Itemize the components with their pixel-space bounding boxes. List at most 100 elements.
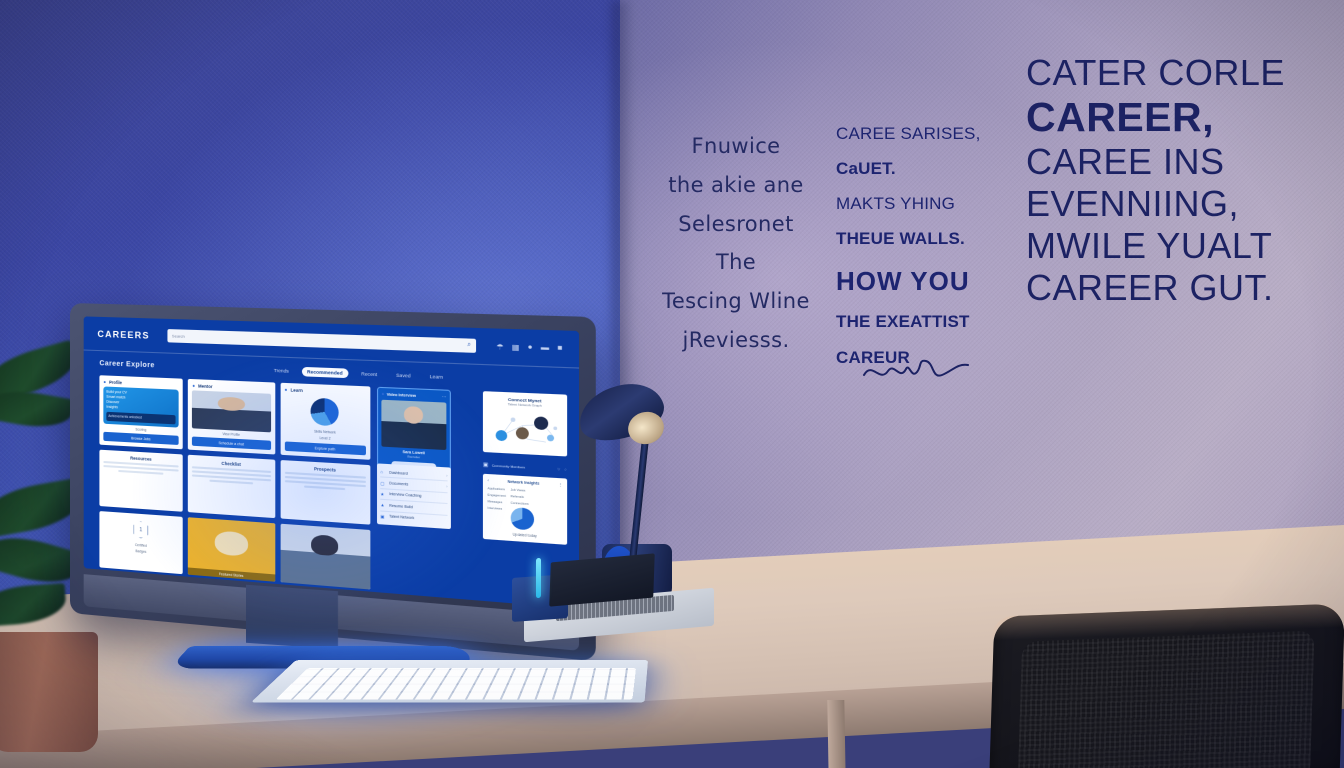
star-icon: ★ [380,491,385,497]
lamp-arm [629,431,650,559]
right-sidebar: Connect Mynet Talent Network Graph ▣ Com… [482,391,568,545]
analytics-body: Applications Engagement Messages Intervi… [488,486,563,532]
plant-pot [0,632,98,752]
analytics-legend: Applications Engagement Messages Intervi… [488,486,506,529]
card-featured-stories[interactable]: Featured Stories [188,517,275,582]
bookmark-icon[interactable]: ▦ [512,343,520,352]
wall-quote-right-line: CAREER, [1026,93,1215,140]
tile-footer: Achievements unlocked [106,412,176,425]
wall-quote-left: Fnuwice the akie ane Selesronet The Tesc… [648,132,824,365]
chevron-right-icon: › [446,473,448,478]
video-interview-card[interactable]: ● Video Interview ⋯ Sara Lowell Recruite… [376,386,451,476]
desk-leg [827,700,846,768]
search-placeholder: Search [171,333,185,339]
avatar: ▣ [482,461,489,469]
wall-quote-middle-line: CaUET. [836,159,896,179]
video-card-title: Video Interview [386,391,416,398]
list-item-label: Documents [389,481,409,487]
tab-recommended[interactable]: Recommended [301,366,349,378]
list-item-label: Talent Network [389,514,415,521]
tab-recent[interactable]: Recent [356,368,383,379]
wall-quote-middle-line: CAREE SARISES, [836,124,981,143]
card-learn[interactable]: ● Learn Skills Network Level 2 Explore p… [280,382,371,461]
explore-path-button[interactable]: Explore path [284,441,366,456]
wall-quote-left-line: Tescing Wline [662,289,810,314]
pie-chart [510,507,534,531]
message-icon[interactable]: ▬ [541,344,549,352]
remote-work-photo [280,523,371,590]
profile-icon[interactable]: ☂ [496,342,503,351]
keyboard-keys [275,668,636,700]
desktop-monitor: CAREERS Search ⌕ ☂ ▦ ● ▬ ■ Career Explor… [70,303,596,669]
app-logo[interactable]: CAREERS [97,328,149,340]
bag-icon: ▣ [380,513,385,519]
globe-icon: ● [284,387,288,393]
schedule-chat-button[interactable]: Schedule a chat [192,436,271,451]
card-header: ● Learn [284,387,365,396]
wall-quote-right-line: CAREER GUT. [1026,266,1274,308]
card-profile[interactable]: ● Profile Build your CV Smart match Disc… [99,375,184,450]
navbar-icon-group: ☂ ▦ ● ▬ ■ [496,342,562,353]
more-icon[interactable]: ⋯ [442,394,447,400]
wall-quote-left-line: The [715,250,757,275]
home-icon: ⌂ [380,469,383,475]
tab-saved[interactable]: Saved [391,370,417,381]
grid-icon[interactable]: ■ [557,345,562,353]
text-lines [192,466,271,486]
legend-item: Interviews [487,505,503,511]
network-graph [488,409,563,452]
doc-icon: ▢ [380,480,385,486]
wall-quote-right-line: CATER CORLE [1026,52,1285,93]
list-item-label: Dashboard [389,470,408,476]
search-icon[interactable]: ⌕ [467,342,471,350]
career-platform-app: CAREERS Search ⌕ ☂ ▦ ● ▬ ■ Career Explor… [83,316,580,609]
card-remote-work[interactable] [280,523,371,590]
card-title: Network Insights [507,479,540,486]
tab-learn[interactable]: Learn [424,371,449,382]
wall-quote-right-line: MWILE YUALT [1026,224,1273,266]
legend-item: Referrals [510,493,524,500]
list-item-label: Resume Build [389,503,413,510]
laptop-dock[interactable] [512,552,722,643]
card-prospects[interactable]: Prospects [280,460,371,525]
page-title: Career Explore [99,359,155,369]
wall-quote-right-line: CAREE INS [1026,141,1225,183]
analytics-card[interactable]: ‹ Network Insights ⋮ Applications Engage… [482,473,568,545]
card-resources[interactable]: Resources [99,449,184,513]
profile-tile: Build your CV Smart match Discover Insig… [103,386,179,428]
wireless-keyboard[interactable] [250,660,649,736]
legend-item: Connections [510,500,529,506]
text-lines [284,471,366,491]
card-mentor[interactable]: ● Mentor View Profile Schedule a chat [188,378,275,455]
chart-icon: ▲ [380,502,385,508]
wall-quote-middle-line: HOW YOU [836,265,970,296]
card-title: Mentor [198,383,213,390]
legend-item: Engagement [487,492,506,498]
browse-jobs-button[interactable]: Browse Jobs [103,432,179,446]
wall-quote-middle: CAREE SARISES, CaUET. MAKTS YHING THEUE … [836,122,1000,381]
office-chair[interactable] [968,596,1344,768]
card-certified[interactable]: 1 Certified Badges [99,511,184,575]
text-lines [103,461,179,475]
legend-item: Messages [487,499,503,505]
bell-icon[interactable]: ● [528,344,533,352]
wall-quote-right: CATER CORLE CAREER, CAREE INS EVENNIING,… [1026,52,1336,308]
wall-quote-middle-line: THEUE WALLS. [836,229,965,249]
video-feed [381,399,447,451]
card-checklist[interactable]: Checklist [188,454,275,519]
legend-item: Job Views [510,487,526,493]
monitor-screen[interactable]: CAREERS Search ⌕ ☂ ▦ ● ▬ ■ Career Explor… [83,316,580,609]
search-input[interactable]: Search ⌕ [167,329,476,353]
analytics-footer: Updated today [512,532,537,539]
tab-trends[interactable]: Trends [269,365,295,375]
footer-label: Community Members [491,463,525,470]
chevron-right-icon: › [446,484,448,490]
navigation-list-panel: ⌂ Dashboard › ▢ Documents › ★ Interview … [376,463,451,530]
network-graph-card[interactable]: Connect Mynet Talent Network Graph [482,391,568,457]
wall-quote-left-line: the akie ane [668,172,804,197]
analytics-legend-2: Job Views Referrals Connections [510,487,534,531]
signature-squiggle-icon [863,359,969,377]
chevron-left-icon[interactable]: ‹ [488,478,489,482]
donut-chart [310,397,340,427]
user-icon: ● [192,383,196,389]
